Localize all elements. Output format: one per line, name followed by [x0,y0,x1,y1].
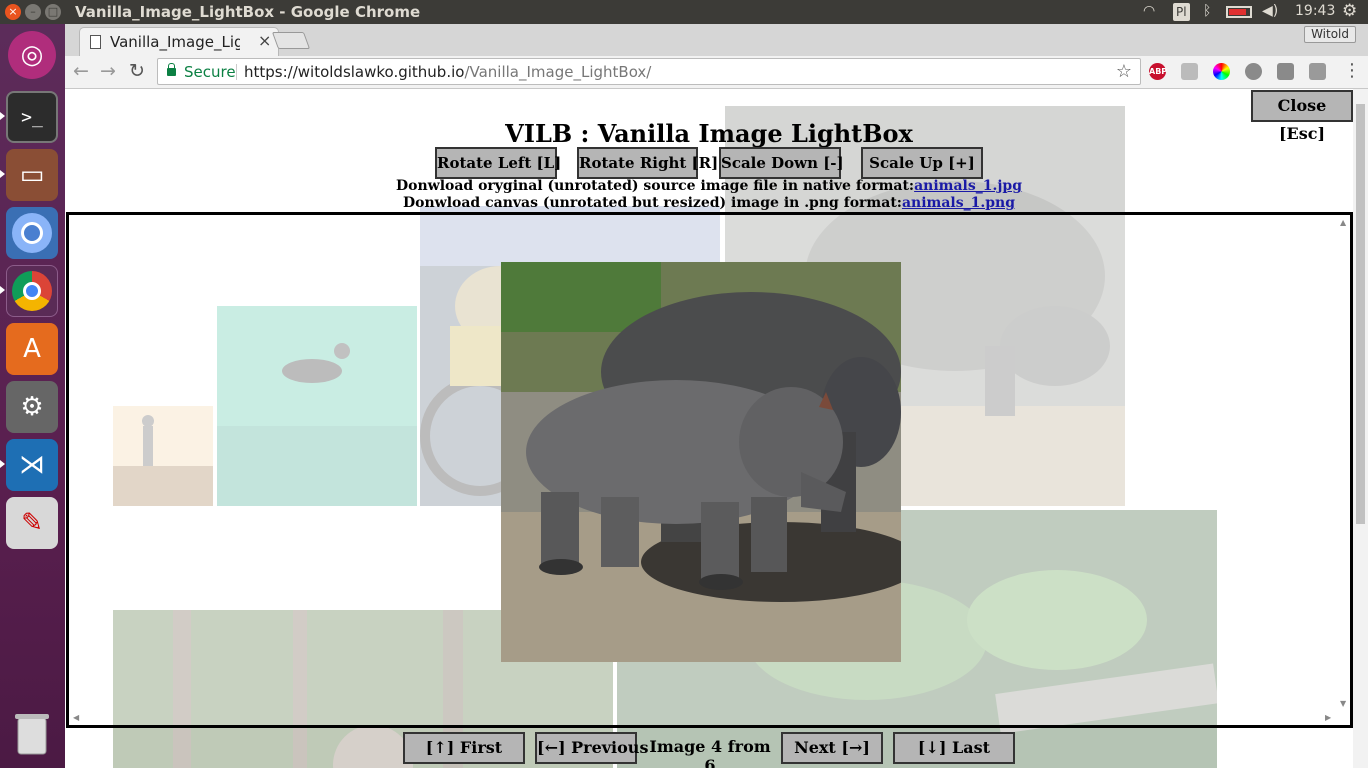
running-indicator [0,112,5,120]
previous-image-button[interactable]: [←] Previous [535,732,648,764]
current-image-canvas[interactable] [501,262,901,662]
url-path: /Vanilla_Image_LightBox/ [464,63,652,81]
scroll-right-arrow-icon[interactable]: ▶ [1325,713,1331,722]
page-content: Close [Esc] VILB : Vanilla Image LightBo… [65,89,1368,768]
scroll-down-arrow-icon[interactable]: ▼ [1340,699,1346,708]
box-icon[interactable] [1309,63,1326,80]
forward-button[interactable]: → [100,60,116,82]
download-canvas-line: Donwload canvas (unrotated but resized) … [65,195,1353,211]
browser-toolbar: ← → ↻ Secure https://witoldslawko.github… [65,56,1368,89]
download-canvas-link[interactable]: animals_1.png [902,195,1015,211]
secure-label[interactable]: Secure [184,63,236,81]
scale-up-button[interactable]: Scale Up [+] [861,147,983,179]
omnibox-separator [236,64,237,80]
next-image-button[interactable]: Next [→] [781,732,883,764]
address-bar[interactable]: Secure https://witoldslawko.github.io/Va… [157,58,1141,85]
document-reader-icon[interactable]: ✎ [6,497,58,549]
window-maximize-button[interactable]: □ [45,4,61,20]
back-button[interactable]: ← [73,60,89,82]
edit-icon[interactable] [1181,63,1198,80]
last-image-button[interactable]: [↓] Last [893,732,1015,764]
window-minimize-button[interactable]: – [25,4,41,20]
chrome-icon[interactable] [6,265,58,317]
tab-title: Vanilla_Image_LightBox [110,33,240,51]
trash-icon[interactable] [6,707,58,759]
window-close-button[interactable]: × [5,4,21,20]
download-original-text: Donwload oryginal (unrotated) source ima… [395,178,915,194]
system-settings-icon[interactable]: ⚙ [6,381,58,433]
chrome-menu-icon[interactable]: ⋮ [1343,60,1361,81]
first-image-button[interactable]: [↑] First [403,732,525,764]
url-host: https://witoldslawko.github.io [244,63,465,81]
lock-icon[interactable] [167,63,176,76]
url-text[interactable]: https://witoldslawko.github.io/Vanilla_I… [244,63,651,81]
launcher: ◎ >_ ▭ A ⚙ ⋊ ✎ [0,24,65,768]
running-indicator [0,460,5,468]
system-gear-icon[interactable]: ⚙ [1342,1,1357,21]
rotate-left-button[interactable]: Rotate Left [L] [435,147,561,179]
scroll-up-arrow-icon[interactable]: ▲ [1340,218,1346,227]
gear-extension-icon[interactable] [1245,63,1262,80]
tab-vanilla-image-lightbox[interactable]: Vanilla_Image_LightBox × [79,27,279,56]
color-picker-icon[interactable] [1213,63,1230,80]
terminal-icon[interactable]: >_ [6,91,58,143]
chromium-icon[interactable] [6,207,58,259]
page-scroll-thumb[interactable] [1356,104,1365,524]
reload-button[interactable]: ↻ [129,60,145,82]
keyboard-layout-indicator[interactable]: Pl [1173,3,1190,21]
software-center-icon[interactable]: A [6,323,58,375]
page-icon [90,35,101,49]
running-indicator [0,286,5,294]
viewport-vertical-scrollbar[interactable]: ▲ ▼ [1337,215,1350,712]
scroll-left-arrow-icon[interactable]: ◀ [73,713,79,722]
files-icon[interactable]: ▭ [6,149,58,201]
close-button[interactable]: Close [Esc] [1251,90,1353,143]
adblock-plus-icon[interactable]: ABP [1149,63,1167,80]
bluetooth-icon[interactable]: ᛒ [1203,3,1211,19]
bookmark-star-icon[interactable]: ☆ [1116,61,1132,82]
tab-strip: Vanilla_Image_LightBox × Witold [65,24,1368,56]
lightbox-title: VILB : Vanilla Image LightBox [505,119,913,148]
top-panel: × – □ Vanilla_Image_LightBox - Google Ch… [0,0,1368,24]
viewport-horizontal-scrollbar[interactable]: ◀ ▶ [69,712,1337,725]
wifi-icon[interactable]: ◠ [1143,3,1155,19]
new-tab-button[interactable] [271,32,311,49]
ubuntu-dash-icon[interactable]: ◎ [8,31,56,79]
download-original-line: Donwload oryginal (unrotated) source ima… [65,178,1353,194]
clock[interactable]: 19:43 [1295,3,1335,19]
profile-button[interactable]: Witold [1304,26,1356,43]
window-title: Vanilla_Image_LightBox - Google Chrome [75,3,421,21]
vue-icon[interactable] [1277,63,1294,80]
vscode-icon[interactable]: ⋊ [6,439,58,491]
image-counter: Image 4 from 6 [649,737,771,768]
battery-icon[interactable] [1226,6,1252,18]
running-indicator [0,170,5,178]
page-vertical-scrollbar[interactable] [1353,89,1368,768]
download-original-link[interactable]: animals_1.jpg [914,178,1022,194]
download-canvas-text: Donwload canvas (unrotated but resized) … [403,195,902,211]
tab-close-icon[interactable]: × [258,31,271,50]
volume-icon[interactable]: ◀) [1262,3,1278,19]
scale-down-button[interactable]: Scale Down [-] [719,147,844,179]
rotate-right-button[interactable]: Rotate Right [R] [577,147,718,179]
